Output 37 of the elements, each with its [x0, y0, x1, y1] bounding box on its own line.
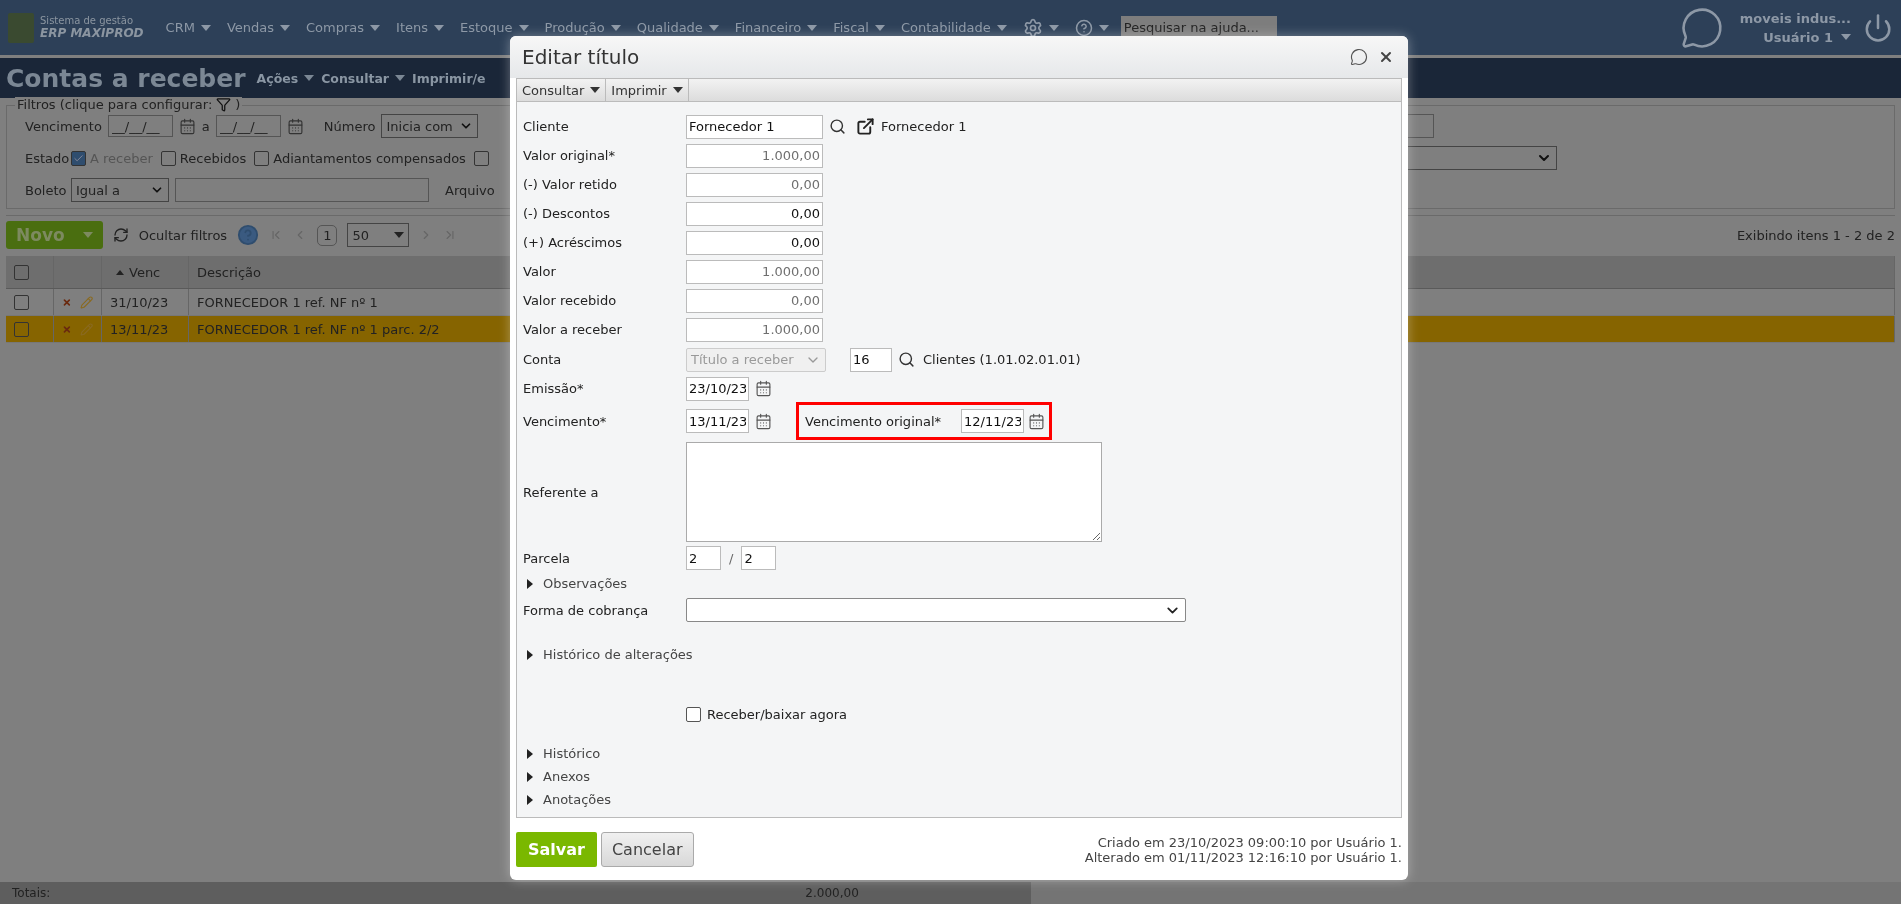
- field-label: Vencimento*: [523, 413, 608, 429]
- filters-legend-end: ): [235, 97, 241, 112]
- field-label: Parcela: [523, 550, 571, 566]
- totals-label: Totais:: [12, 886, 51, 900]
- table-cell: FORNECEDOR 1 ref. NF nº 1 parc. 2/2: [197, 321, 440, 337]
- field-label: Valor: [523, 264, 557, 279]
- table-cell: 13/11/23: [110, 321, 169, 337]
- created-info: Criado em 23/10/2023 09:00:10 por Usuário 1.: [1097, 834, 1402, 850]
- field-label: Vencimento original*: [805, 413, 942, 429]
- logo-subtitle: Sistema de gestão: [40, 15, 134, 26]
- filter-label: Vencimento: [25, 118, 102, 134]
- totals-value: 2.000,00: [805, 886, 859, 900]
- table-cell: FORNECEDOR 1 ref. NF nº 1: [197, 294, 378, 310]
- field-label: Conta: [523, 352, 563, 367]
- field-label: (-) Valor retido: [523, 177, 618, 192]
- filter-label: Boleto: [25, 182, 65, 198]
- filter-label: Arquivo: [445, 182, 495, 198]
- company-name: moveis indus...: [1739, 10, 1851, 26]
- altered-info: Alterado em 01/11/2023 12:16:10 por Usuário 1.: [1084, 849, 1402, 865]
- field-label: Cliente: [523, 119, 570, 134]
- page-title: Contas a receber: [6, 63, 246, 93]
- table-cell: 31/10/23: [110, 294, 169, 310]
- filter-label: Número: [323, 118, 376, 134]
- items-summary: Exibindo itens 1 - 2 de 2: [1736, 227, 1895, 243]
- field-label: (-) Descontos: [523, 206, 611, 221]
- account-name: Clientes (1.01.02.01.01): [923, 352, 1081, 367]
- range-separator: a: [201, 118, 210, 134]
- dialog-title: Editar título: [522, 45, 641, 69]
- field-label: Valor recebido: [523, 293, 618, 308]
- field-label: Forma de cobrança: [523, 602, 650, 618]
- separator-text: /: [729, 550, 734, 566]
- logo-text: ERP MAXIPROD: [40, 26, 144, 40]
- field-label: Emissão*: [523, 381, 585, 396]
- field-label: Valor a receber: [523, 322, 623, 337]
- field-label: Valor original*: [523, 148, 616, 163]
- field-label: Referente a: [523, 484, 600, 500]
- field-label: (+) Acréscimos: [523, 235, 623, 250]
